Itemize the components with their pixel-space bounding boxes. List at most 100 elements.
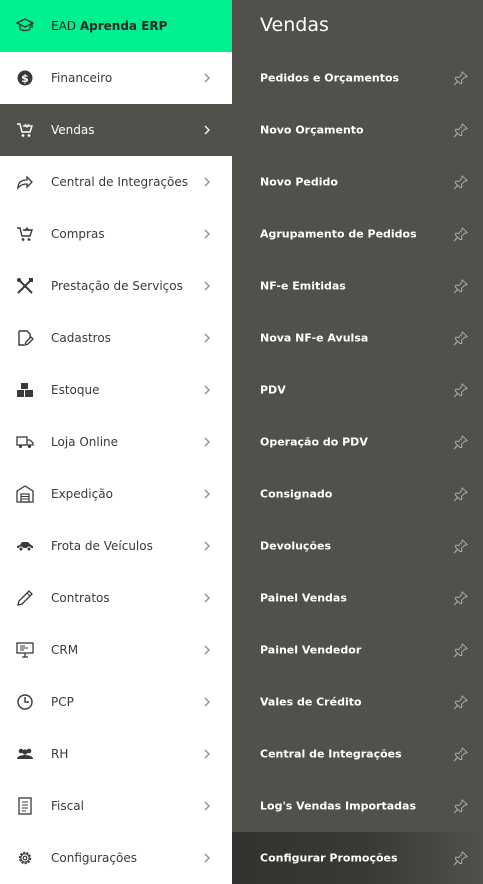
chevron-right-icon	[202, 229, 212, 239]
submenu-item-label: Agrupamento de Pedidos	[260, 227, 417, 241]
sidebar-item-central-de-integracoes[interactable]: Central de Integrações	[0, 156, 232, 208]
sidebar-item-label: Fiscal	[51, 799, 84, 813]
submenu-item[interactable]: NF-e Emitidas	[232, 260, 483, 312]
submenu-item[interactable]: Central de Integrações	[232, 728, 483, 780]
warehouse-icon	[16, 485, 34, 503]
pin-icon[interactable]	[452, 642, 468, 658]
pin-icon[interactable]	[452, 694, 468, 710]
sidebar-item-estoque[interactable]: Estoque	[0, 364, 232, 416]
gear-icon	[16, 849, 34, 867]
chevron-right-icon	[202, 125, 212, 135]
pin-icon[interactable]	[452, 70, 468, 86]
sidebar-item-label: Frota de Veículos	[51, 539, 153, 553]
sidebar-item-prestacao-de-servicos[interactable]: Prestação de Serviços	[0, 260, 232, 312]
sidebar-item-label: Compras	[51, 227, 105, 241]
submenu-item[interactable]: Agrupamento de Pedidos	[232, 208, 483, 260]
chevron-right-icon	[202, 593, 212, 603]
submenu-item[interactable]: Novo Orçamento	[232, 104, 483, 156]
submenu-item-label: Configurar Promoções	[260, 851, 398, 865]
sidebar-item-fiscal[interactable]: Fiscal	[0, 780, 232, 832]
chevron-right-icon	[202, 853, 212, 863]
sidebar-item-loja-online[interactable]: Loja Online	[0, 416, 232, 468]
pin-icon[interactable]	[452, 382, 468, 398]
sidebar-item-label: CRM	[51, 643, 79, 657]
sidebar-item-label: Financeiro	[51, 71, 113, 85]
monitor-icon	[16, 641, 34, 659]
submenu-panel: Vendas Pedidos e Orçamentos Novo Orçament…	[232, 0, 483, 884]
submenu-item-label: PDV	[260, 383, 286, 397]
chevron-right-icon	[202, 73, 212, 83]
sidebar-item-crm[interactable]: CRM	[0, 624, 232, 676]
sidebar-item-expedicao[interactable]: Expedição	[0, 468, 232, 520]
sidebar-header-label: EAD Aprenda ERP	[51, 19, 167, 33]
pin-icon[interactable]	[452, 122, 468, 138]
chevron-right-icon	[202, 749, 212, 759]
sidebar-item-label: Configurações	[51, 851, 137, 865]
submenu-item[interactable]: Nova NF-e Avulsa	[232, 312, 483, 364]
pin-icon[interactable]	[452, 538, 468, 554]
sidebar-item-label: Loja Online	[51, 435, 119, 449]
boxes-icon	[16, 381, 34, 399]
pin-icon[interactable]	[452, 434, 468, 450]
sidebar-item-frota-de-veiculos[interactable]: Frota de Veículos	[0, 520, 232, 572]
pin-icon[interactable]	[452, 278, 468, 294]
chevron-right-icon	[202, 489, 212, 499]
submenu-item[interactable]: Painel Vendas	[232, 572, 483, 624]
cart-icon	[16, 121, 34, 139]
submenu-item[interactable]: Consignado	[232, 468, 483, 520]
submenu-item-label: NF-e Emitidas	[260, 279, 346, 293]
submenu-item[interactable]: Devoluções	[232, 520, 483, 572]
sidebar-item-label: Contratos	[51, 591, 110, 605]
submenu-item[interactable]: Painel Vendedor	[232, 624, 483, 676]
pin-icon[interactable]	[452, 226, 468, 242]
pin-icon[interactable]	[452, 486, 468, 502]
sidebar-item-label: Prestação de Serviços	[51, 279, 183, 293]
sidebar-item-vendas[interactable]: Vendas	[0, 104, 232, 156]
sidebar-item-label: Estoque	[51, 383, 100, 397]
sidebar-item-label: PCP	[51, 695, 74, 709]
chevron-right-icon	[202, 385, 212, 395]
submenu-item-label: Operação do PDV	[260, 435, 368, 449]
pin-icon[interactable]	[452, 798, 468, 814]
chevron-right-icon	[202, 281, 212, 291]
sidebar-item-contratos[interactable]: Contratos	[0, 572, 232, 624]
edit-icon	[16, 329, 34, 347]
pin-icon[interactable]	[452, 590, 468, 606]
clock-icon	[16, 693, 34, 711]
submenu-item[interactable]: Vales de Crédito	[232, 676, 483, 728]
submenu-item-label: Painel Vendas	[260, 591, 347, 605]
sidebar-item-financeiro[interactable]: $ Financeiro	[0, 52, 232, 104]
submenu-item[interactable]: PDV	[232, 364, 483, 416]
sidebar-item-pcp[interactable]: PCP	[0, 676, 232, 728]
submenu-item-label: Pedidos e Orçamentos	[260, 71, 400, 85]
chevron-right-icon	[202, 541, 212, 551]
document-icon	[16, 797, 34, 815]
tools-icon	[16, 277, 34, 295]
car-icon	[16, 537, 34, 555]
submenu-item-label: Consignado	[260, 487, 333, 501]
sidebar-item-compras[interactable]: Compras	[0, 208, 232, 260]
submenu-item-label: Novo Orçamento	[260, 123, 364, 137]
users-icon	[16, 745, 34, 763]
pin-icon[interactable]	[452, 746, 468, 762]
submenu-item[interactable]: Operação do PDV	[232, 416, 483, 468]
sidebar-header-ead[interactable]: EAD Aprenda ERP	[0, 0, 232, 52]
sidebar-item-rh[interactable]: RH	[0, 728, 232, 780]
submenu-item[interactable]: Novo Pedido	[232, 156, 483, 208]
sidebar-item-configuracoes[interactable]: Configurações	[0, 832, 232, 884]
sidebar-item-label: Vendas	[51, 123, 95, 137]
submenu-item-label: Painel Vendedor	[260, 643, 362, 657]
pin-icon[interactable]	[452, 850, 468, 866]
sidebar: EAD Aprenda ERP $ Financeiro Vendas Cent…	[0, 0, 232, 883]
graduation-cap-icon	[16, 17, 34, 35]
submenu-item[interactable]: Pedidos e Orçamentos	[232, 52, 483, 104]
submenu-item[interactable]: Configurar Promoções	[232, 832, 483, 884]
submenu-item-label: Central de Integrações	[260, 747, 402, 761]
pin-icon[interactable]	[452, 174, 468, 190]
submenu-item[interactable]: Log's Vendas Importadas	[232, 780, 483, 832]
pin-icon[interactable]	[452, 330, 468, 346]
sidebar-item-cadastros[interactable]: Cadastros	[0, 312, 232, 364]
header-prefix: EAD	[51, 19, 77, 33]
header-brand: Aprenda ERP	[79, 19, 168, 33]
submenu-item-label: Devoluções	[260, 539, 332, 553]
